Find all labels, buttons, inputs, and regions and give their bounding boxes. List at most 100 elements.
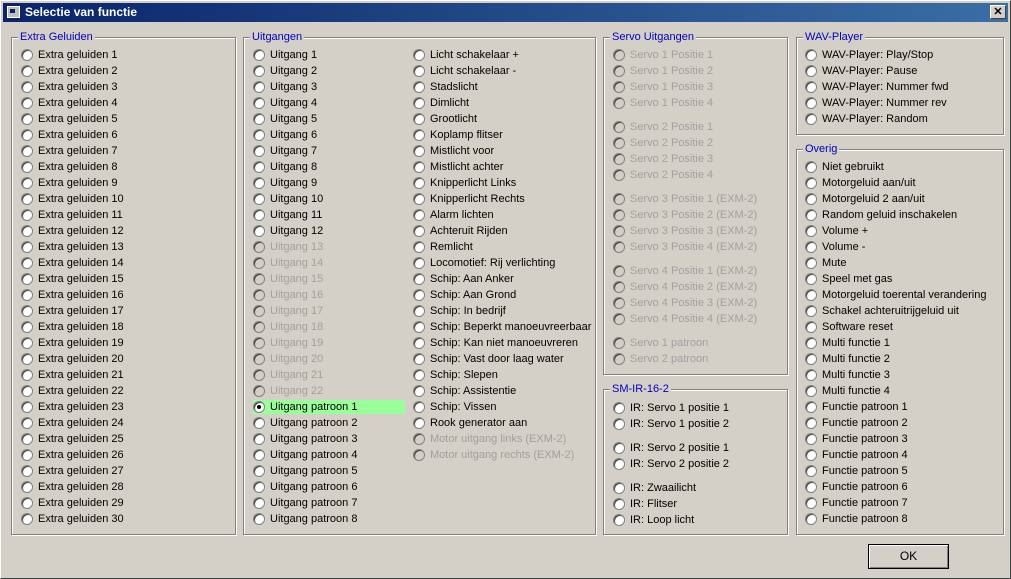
radio-option[interactable]: Extra geluiden 5 <box>21 112 118 126</box>
radio-button[interactable] <box>805 449 817 461</box>
radio-button[interactable] <box>253 97 265 109</box>
radio-option[interactable]: Achteruit Rijden <box>413 224 508 238</box>
radio-option[interactable]: Uitgang 2 <box>253 64 317 78</box>
radio-option[interactable]: Uitgang 7 <box>253 144 317 158</box>
radio-button[interactable] <box>413 209 425 221</box>
radio-option[interactable]: Schip: Assistentie <box>413 384 516 398</box>
radio-option[interactable]: Multi functie 2 <box>805 352 890 366</box>
radio-option[interactable]: Volume + <box>805 224 868 238</box>
radio-button[interactable] <box>805 513 817 525</box>
radio-button[interactable] <box>613 402 625 414</box>
radio-button[interactable] <box>21 193 33 205</box>
radio-option[interactable]: Multi functie 1 <box>805 336 890 350</box>
radio-option[interactable]: Uitgang 9 <box>253 176 317 190</box>
radio-option[interactable]: Extra geluiden 10 <box>21 192 124 206</box>
radio-option[interactable]: Locomotief: Rij verlichting <box>413 256 555 270</box>
radio-button[interactable] <box>805 321 817 333</box>
radio-button[interactable] <box>805 113 817 125</box>
radio-button[interactable] <box>21 465 33 477</box>
radio-option[interactable]: Functie patroon 5 <box>805 464 908 478</box>
radio-button[interactable] <box>21 49 33 61</box>
radio-button[interactable] <box>253 49 265 61</box>
radio-option[interactable]: Multi functie 4 <box>805 384 890 398</box>
radio-option[interactable]: Functie patroon 4 <box>805 448 908 462</box>
radio-option[interactable]: Extra geluiden 1 <box>21 48 118 62</box>
radio-option[interactable]: Functie patroon 7 <box>805 496 908 510</box>
radio-button[interactable] <box>805 65 817 77</box>
radio-option[interactable]: Extra geluiden 2 <box>21 64 118 78</box>
radio-button[interactable] <box>21 65 33 77</box>
radio-button[interactable] <box>613 442 625 454</box>
radio-option[interactable]: Functie patroon 8 <box>805 512 908 526</box>
radio-button[interactable] <box>21 497 33 509</box>
radio-option[interactable]: Multi functie 3 <box>805 368 890 382</box>
radio-button[interactable] <box>613 418 625 430</box>
radio-option[interactable]: Extra geluiden 7 <box>21 144 118 158</box>
radio-button[interactable] <box>805 433 817 445</box>
radio-button[interactable] <box>413 225 425 237</box>
radio-button[interactable] <box>805 209 817 221</box>
radio-button[interactable] <box>253 161 265 173</box>
radio-option[interactable]: IR: Flitser <box>613 497 677 511</box>
radio-option[interactable]: Extra geluiden 13 <box>21 240 124 254</box>
radio-button[interactable] <box>413 49 425 61</box>
radio-button[interactable] <box>805 289 817 301</box>
radio-button[interactable] <box>413 81 425 93</box>
radio-option[interactable]: IR: Loop licht <box>613 513 694 527</box>
radio-button[interactable] <box>413 353 425 365</box>
radio-option[interactable]: Motorgeluid toerental verandering <box>805 288 987 302</box>
radio-button[interactable] <box>253 401 265 413</box>
radio-button[interactable] <box>253 193 265 205</box>
radio-button[interactable] <box>413 257 425 269</box>
radio-option[interactable]: Software reset <box>805 320 893 334</box>
radio-option[interactable]: Extra geluiden 6 <box>21 128 118 142</box>
radio-option[interactable]: Extra geluiden 14 <box>21 256 124 270</box>
radio-option[interactable]: Uitgang 10 <box>253 192 323 206</box>
radio-option[interactable]: Uitgang 8 <box>253 160 317 174</box>
radio-option[interactable]: Functie patroon 1 <box>805 400 908 414</box>
radio-button[interactable] <box>253 129 265 141</box>
radio-option[interactable]: Schip: Vissen <box>413 400 496 414</box>
radio-button[interactable] <box>253 513 265 525</box>
radio-option[interactable]: Extra geluiden 8 <box>21 160 118 174</box>
radio-button[interactable] <box>21 177 33 189</box>
radio-option[interactable]: WAV-Player: Nummer rev <box>805 96 947 110</box>
radio-option[interactable]: Licht schakelaar + <box>413 48 519 62</box>
radio-option[interactable]: Mute <box>805 256 846 270</box>
radio-option[interactable]: Functie patroon 3 <box>805 432 908 446</box>
radio-option[interactable]: Volume - <box>805 240 865 254</box>
radio-button[interactable] <box>21 481 33 493</box>
radio-button[interactable] <box>21 337 33 349</box>
radio-button[interactable] <box>613 458 625 470</box>
radio-option[interactable]: Extra geluiden 15 <box>21 272 124 286</box>
radio-option[interactable]: Schip: In bedrijf <box>413 304 506 318</box>
radio-button[interactable] <box>805 353 817 365</box>
radio-button[interactable] <box>21 513 33 525</box>
radio-button[interactable] <box>805 369 817 381</box>
radio-button[interactable] <box>805 257 817 269</box>
radio-button[interactable] <box>21 305 33 317</box>
radio-button[interactable] <box>413 113 425 125</box>
radio-button[interactable] <box>413 401 425 413</box>
radio-option[interactable]: Extra geluiden 17 <box>21 304 124 318</box>
radio-option[interactable]: Extra geluiden 3 <box>21 80 118 94</box>
radio-option[interactable]: Extra geluiden 4 <box>21 96 118 110</box>
radio-button[interactable] <box>21 97 33 109</box>
radio-button[interactable] <box>413 161 425 173</box>
radio-button[interactable] <box>21 273 33 285</box>
radio-option[interactable]: WAV-Player: Nummer fwd <box>805 80 949 94</box>
radio-button[interactable] <box>805 337 817 349</box>
ok-button[interactable]: OK <box>868 544 949 569</box>
radio-option[interactable]: Extra geluiden 21 <box>21 368 124 382</box>
radio-button[interactable] <box>805 305 817 317</box>
title-bar[interactable]: Selectie van functie ✕ <box>3 3 1008 22</box>
radio-option[interactable]: Uitgang 3 <box>253 80 317 94</box>
radio-option[interactable]: IR: Servo 2 positie 2 <box>613 457 729 471</box>
radio-button[interactable] <box>413 97 425 109</box>
radio-option[interactable]: Uitgang patroon 4 <box>253 448 357 462</box>
radio-option[interactable]: Stadslicht <box>413 80 478 94</box>
radio-option[interactable]: Extra geluiden 9 <box>21 176 118 190</box>
radio-option[interactable]: Extra geluiden 18 <box>21 320 124 334</box>
radio-button[interactable] <box>21 145 33 157</box>
radio-option[interactable]: IR: Zwaailicht <box>613 481 696 495</box>
